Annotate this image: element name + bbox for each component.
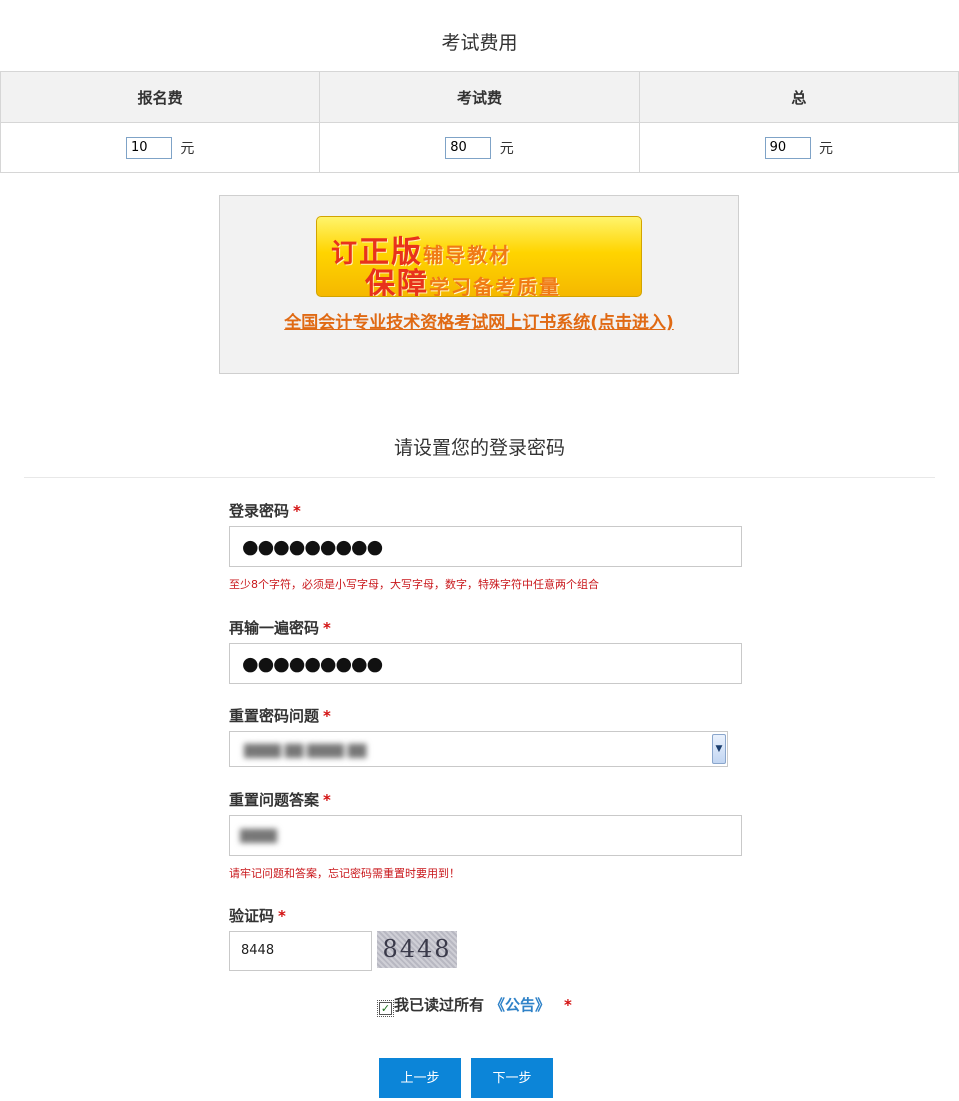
book-order-promo: 订正版辅导教材 保障学习备考质量 全国会计专业技术资格考试网上订书系统(点击进入… [219, 195, 739, 374]
password-field[interactable]: ●●●●●●●●● [229, 526, 742, 567]
reset-answer-hint: 请牢记问题和答案，忘记密码需重置时要用到！ [229, 867, 460, 880]
section-divider [24, 477, 935, 478]
required-mark: * [293, 502, 301, 520]
captcha-image[interactable]: 8448 [377, 931, 457, 968]
reset-question-select[interactable]: ████ ██ ████ ██ ▼ [229, 731, 728, 767]
required-mark: * [564, 996, 572, 1014]
password-hint: 至少8个字符，必须是小写字母，大写字母，数字，特殊字符中任意两个组合 [229, 578, 599, 591]
fee-unit: 元 [819, 140, 834, 157]
reset-question-label: 重置密码问题 * [229, 705, 331, 726]
agreement-checkbox[interactable]: ✓ [377, 1000, 394, 1017]
prev-step-button[interactable]: 上一步 [379, 1058, 461, 1098]
reset-answer-value: ████ [240, 829, 277, 843]
reset-answer-label: 重置问题答案 * [229, 789, 331, 810]
book-order-link[interactable]: 全国会计专业技术资格考试网上订书系统(点击进入) [220, 308, 738, 333]
required-mark: * [323, 619, 331, 637]
fee-section-title: 考试费用 [441, 32, 518, 54]
reset-answer-field[interactable]: ████ [229, 815, 742, 856]
book-order-banner[interactable]: 订正版辅导教材 保障学习备考质量 [316, 216, 642, 297]
reset-question-value: ████ ██ ████ ██ [244, 744, 367, 758]
reset-question-label-text: 重置密码问题 [229, 707, 320, 725]
fee-cell-registration: 元 [0, 122, 321, 173]
password-label-text: 登录密码 [229, 502, 290, 520]
banner-text: 保障 [365, 267, 429, 297]
reset-answer-label-text: 重置问题答案 [229, 791, 320, 809]
confirm-password-masked-value: ●●●●●●●●● [242, 653, 383, 675]
fee-header-exam: 考试费 [319, 71, 640, 123]
confirm-password-label: 再输一遍密码 * [229, 617, 331, 638]
password-label: 登录密码 * [229, 500, 301, 521]
confirm-password-field[interactable]: ●●●●●●●●● [229, 643, 742, 684]
fee-cell-total: 元 [638, 122, 959, 173]
fee-unit: 元 [180, 140, 195, 157]
required-mark: * [323, 791, 331, 809]
fee-header-total: 总 [638, 71, 959, 123]
chevron-down-icon[interactable]: ▼ [712, 734, 726, 764]
confirm-password-label-text: 再输一遍密码 [229, 619, 320, 637]
required-mark: * [323, 707, 331, 725]
fee-cell-exam: 元 [319, 122, 640, 173]
total-fee-input[interactable] [764, 136, 811, 159]
captcha-input-value: 8448 [241, 943, 275, 958]
announcement-link[interactable]: 《公告》 [490, 996, 550, 1014]
registration-fee-input[interactable] [125, 136, 172, 159]
agreement-row: ✓ 我已读过所有 《公告》 * [377, 994, 572, 1017]
agreement-text: 我已读过所有 [394, 996, 485, 1014]
fee-header-registration: 报名费 [0, 71, 321, 123]
banner-text: 订 [331, 239, 360, 269]
fee-table: 报名费 考试费 总 元 元 元 [0, 71, 959, 173]
fee-table-value-row: 元 元 元 [0, 122, 959, 173]
captcha-input[interactable]: 8448 [229, 931, 372, 971]
captcha-label: 验证码 * [229, 905, 286, 926]
banner-line-2: 保障学习备考质量 [365, 259, 641, 297]
password-masked-value: ●●●●●●●●● [242, 536, 383, 558]
banner-text: 学习备考质量 [429, 275, 561, 297]
exam-fee-input[interactable] [445, 136, 492, 159]
fee-table-header-row: 报名费 考试费 总 [0, 71, 959, 123]
fee-unit: 元 [499, 140, 514, 157]
captcha-label-text: 验证码 [229, 907, 275, 925]
next-step-button[interactable]: 下一步 [471, 1058, 553, 1098]
required-mark: * [278, 907, 286, 925]
password-section-title: 请设置您的登录密码 [393, 437, 565, 459]
